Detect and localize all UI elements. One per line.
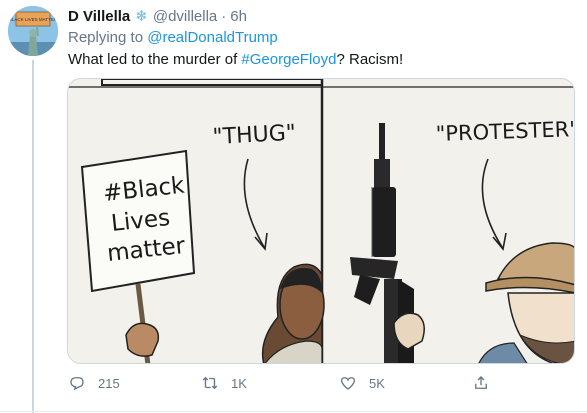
tweet-divider bbox=[0, 411, 587, 412]
reply-button[interactable]: 215 bbox=[68, 374, 120, 392]
reply-icon bbox=[70, 377, 84, 391]
heart-icon bbox=[340, 377, 356, 390]
replying-to-handle-link[interactable]: @realDonaldTrump bbox=[147, 29, 278, 46]
tweet-text: What led to the murder of #GeorgeFloyd? … bbox=[68, 51, 403, 68]
like-count: 5K bbox=[369, 375, 385, 391]
tweet-card[interactable]: BLACK LIVES MATTER D Villella ❄ @dvillel… bbox=[0, 0, 587, 413]
share-button[interactable] bbox=[472, 374, 502, 392]
replying-to-label: Replying to bbox=[68, 29, 144, 46]
separator-dot: · bbox=[221, 7, 227, 25]
thread-line bbox=[32, 60, 34, 413]
avatar-sign-text: BLACK LIVES MATTER bbox=[9, 17, 58, 22]
retweet-button[interactable]: 1K bbox=[201, 374, 247, 392]
snowflake-icon: ❄ bbox=[135, 8, 148, 25]
tweet-text-after: ? Racism! bbox=[336, 51, 404, 68]
tweet-header: D Villella ❄ @dvillella · 6h bbox=[68, 6, 247, 26]
tweet-timestamp[interactable]: 6h bbox=[230, 8, 247, 25]
avatar-image: BLACK LIVES MATTER bbox=[8, 6, 58, 56]
left-caption: "THUG" bbox=[212, 121, 297, 150]
cartoon-image: #Black Lives matter "THUG" "PROTESTER" bbox=[68, 79, 575, 363]
author-name[interactable]: D Villella bbox=[68, 8, 130, 25]
reply-count: 215 bbox=[98, 375, 120, 391]
share-icon bbox=[475, 376, 487, 389]
like-button[interactable]: 5K bbox=[339, 374, 385, 392]
retweet-icon bbox=[202, 376, 218, 390]
tweet-actions: 215 1K 5K bbox=[68, 374, 508, 394]
retweet-count: 1K bbox=[231, 375, 247, 391]
avatar[interactable]: BLACK LIVES MATTER bbox=[8, 6, 58, 56]
replying-to: Replying to @realDonaldTrump bbox=[68, 29, 278, 46]
hashtag-link[interactable]: #GeorgeFloyd bbox=[241, 51, 336, 68]
tweet-image[interactable]: #Black Lives matter "THUG" "PROTESTER" bbox=[67, 78, 575, 364]
tweet-text-before: What led to the murder of bbox=[68, 51, 242, 68]
author-handle[interactable]: @dvillella bbox=[153, 8, 217, 25]
right-caption: "PROTESTER" bbox=[435, 117, 575, 146]
